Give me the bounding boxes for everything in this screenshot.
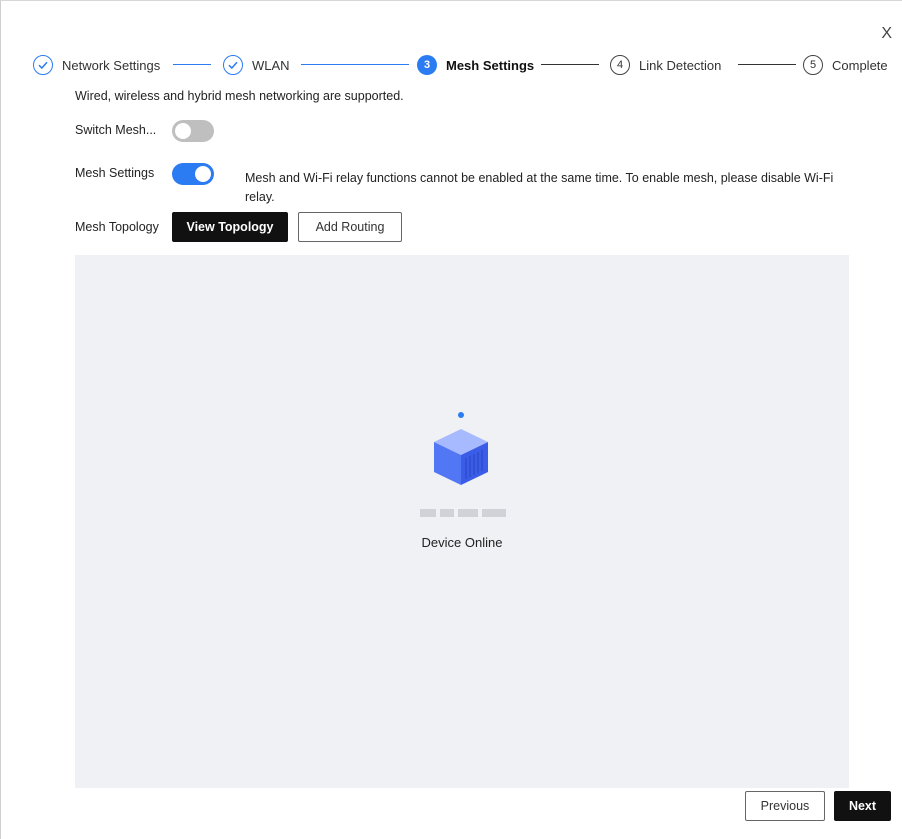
topology-canvas: Device Online	[75, 255, 849, 788]
step-connector	[301, 64, 409, 65]
mesh-settings-toggle[interactable]	[172, 163, 214, 185]
toggle-knob	[195, 166, 211, 182]
step-label: Network Settings	[62, 57, 161, 73]
check-icon	[223, 55, 243, 75]
add-routing-button[interactable]: Add Routing	[298, 212, 402, 242]
step-connector	[173, 64, 211, 65]
switch-mesh-toggle[interactable]	[172, 120, 214, 142]
step-label: Mesh Settings	[446, 57, 535, 73]
step-network-settings: Network Settings	[33, 54, 160, 76]
step-number: 5	[803, 55, 823, 75]
switch-mesh-label: Switch Mesh...	[75, 123, 157, 137]
step-connector	[541, 64, 599, 65]
step-mesh-settings: 3 Mesh Settings	[417, 54, 534, 76]
device-status: Device Online	[421, 535, 503, 550]
status-dot	[458, 412, 464, 418]
step-label: Complete	[832, 57, 888, 73]
close-icon[interactable]: X	[881, 25, 892, 43]
mesh-relay-hint: Mesh and Wi-Fi relay functions cannot be…	[245, 171, 834, 204]
step-connector	[738, 64, 796, 65]
view-topology-button[interactable]: View Topology	[172, 212, 288, 242]
mesh-settings-label: Mesh Settings	[75, 166, 155, 180]
setup-stepper: Network Settings WLAN 3 Mesh Settings 4 …	[33, 54, 893, 76]
toggle-knob	[175, 123, 191, 139]
step-number: 3	[417, 55, 437, 75]
device-name-redacted	[420, 509, 506, 517]
step-label: Link Detection	[639, 57, 722, 73]
step-link-detection: 4 Link Detection	[610, 54, 721, 76]
mesh-description: Wired, wireless and hybrid mesh networki…	[75, 89, 404, 103]
previous-button[interactable]: Previous	[745, 791, 825, 821]
next-button[interactable]: Next	[834, 791, 891, 821]
router-device-icon[interactable]	[430, 427, 492, 489]
step-number: 4	[610, 55, 630, 75]
step-complete: 5 Complete	[803, 54, 888, 76]
step-label: WLAN	[252, 57, 290, 73]
check-icon	[33, 55, 53, 75]
mesh-topology-label: Mesh Topology	[75, 220, 159, 234]
step-wlan: WLAN	[223, 54, 290, 76]
mesh-setup-dialog: X Network Settings WLAN 3 Mesh Settings …	[0, 0, 902, 839]
